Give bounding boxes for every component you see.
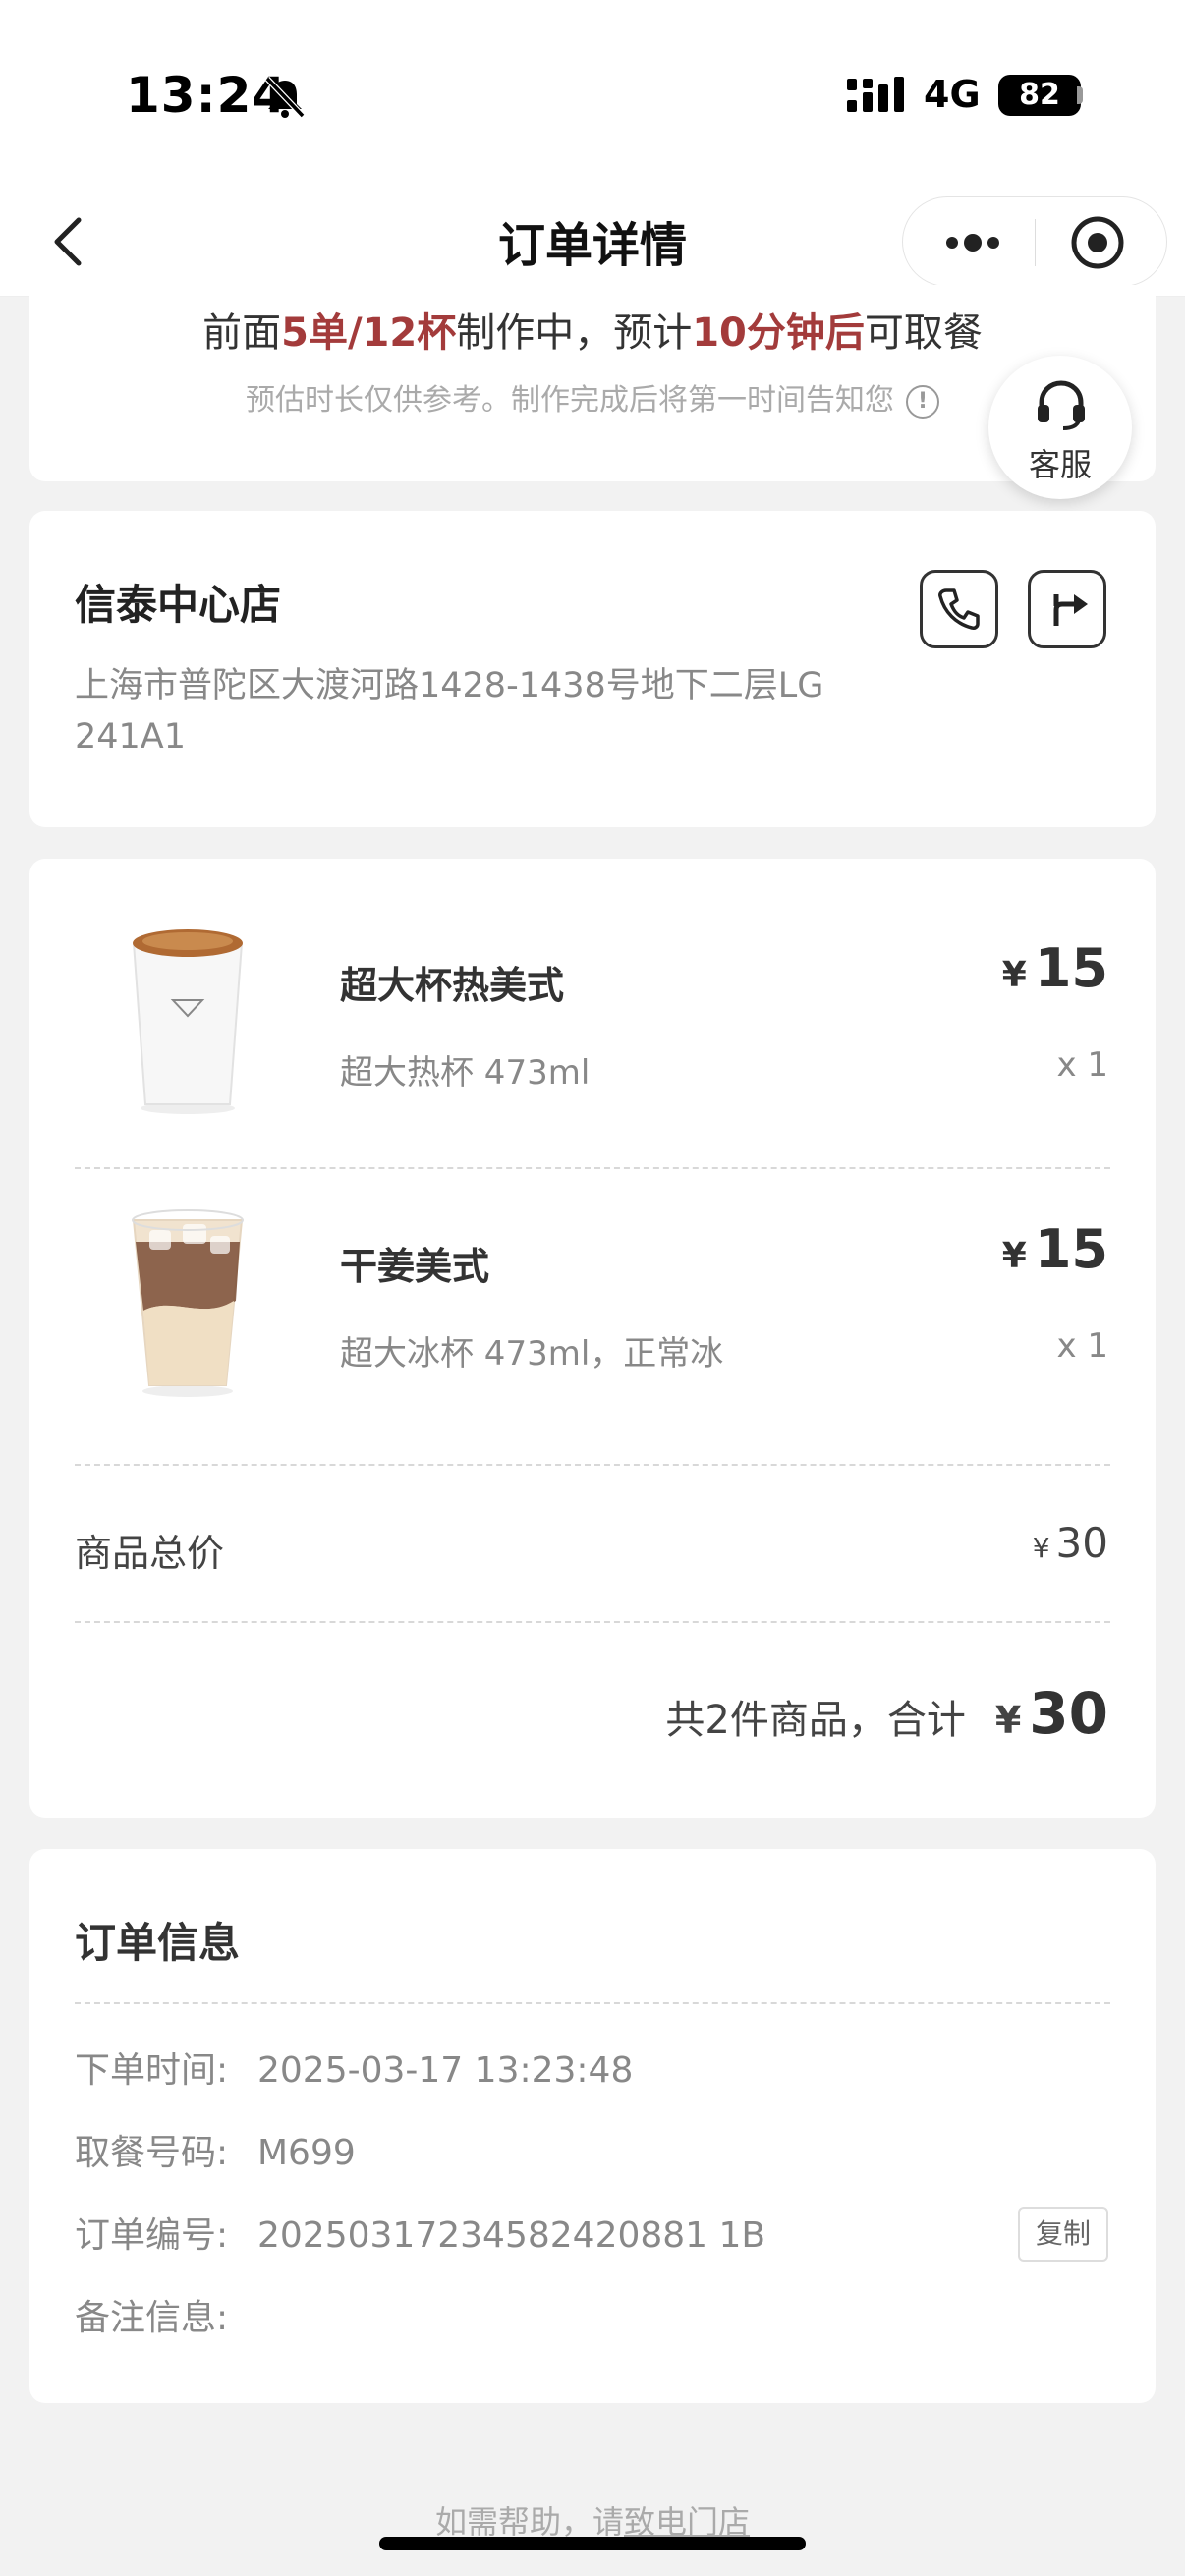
item-qty: x 1 [1056,1045,1108,1085]
remarks-label: 备注信息: [75,2298,229,2338]
phone-icon [938,588,980,630]
order-time-row: 下单时间: 2025-03-17 13:23:48 [75,2042,633,2093]
info-icon[interactable]: ! [906,384,939,419]
cellular-signal-icon [847,77,904,112]
battery-tip [1077,86,1083,104]
divider [75,1167,1110,1169]
divider [75,1464,1110,1466]
queue-hint: 预估时长仅供参考。制作完成后将第一时间告知您! [29,375,1156,419]
footer-help-text: 如需帮助，请 [434,2503,624,2541]
status-bar: 13:24 4G 82 [0,0,1185,187]
copy-order-number-button[interactable]: 复制 [1018,2207,1108,2262]
order-info-card: 订单信息 下单时间: 2025-03-17 13:23:48 取餐号码: M699 … [29,1849,1156,2403]
battery-indicator: 82 [998,75,1081,116]
item-price: ¥15 [1002,937,1108,999]
order-total: 共2件商品，合计 ¥30 [665,1680,1108,1747]
pickup-code-value: M699 [257,2133,356,2173]
remarks-row: 备注信息: [75,2289,257,2340]
ginger-americano-image [132,1209,244,1397]
order-items-card: 超大杯热美式 超大热杯 473ml ¥15 x 1 干姜美式 超大冰杯 473m… [29,859,1156,1818]
order-time-value: 2025-03-17 13:23:48 [257,2050,634,2091]
divider [75,1621,1110,1623]
close-target-icon[interactable] [1070,215,1125,270]
direction-arrow-icon [1053,594,1088,626]
nav-bar: 订单详情 [0,187,1185,297]
pickup-code-row: 取餐号码: M699 [75,2124,356,2175]
item-qty: x 1 [1056,1326,1108,1366]
item-spec: 超大热杯 473ml [340,1053,591,1092]
order-number-label: 订单编号: [75,2215,229,2256]
mini-program-capsule [902,196,1167,287]
subtotal-amount: 30 [1055,1519,1108,1567]
item-price: ¥15 [1002,1218,1108,1280]
more-dots-icon[interactable] [942,227,1003,258]
currency-symbol: ¥ [1001,1236,1027,1276]
order-info-title: 订单信息 [75,1919,241,1967]
network-type: 4G [924,73,981,116]
store-address-line2: 241A1 [75,717,187,756]
queue-hint-text: 预估时长仅供参考。制作完成后将第一时间告知您 [246,383,894,418]
order-number-value: 20250317234582420881 1B [257,2215,766,2256]
store-name: 信泰中心店 [75,581,282,629]
pickup-code-label: 取餐号码: [75,2133,229,2173]
order-time-label: 下单时间: [75,2050,229,2091]
currency-symbol: ¥ [994,1699,1022,1742]
hot-americano-image [132,929,244,1114]
item-price-value: 15 [1034,937,1108,999]
queue-status-card: 前面5单/12杯制作中，预计10分钟后可取餐 预估时长仅供参考。制作完成后将第一… [29,285,1156,481]
call-store-button[interactable] [920,570,998,648]
item-spec: 超大冰杯 473ml，正常冰 [340,1334,724,1373]
item-name: 超大杯热美式 [340,964,565,1007]
queue-status-text: 前面5单/12杯制作中，预计10分钟后可取餐 [29,301,1156,358]
queue-orders-cups: 5单/12杯 [281,310,457,356]
item-name: 干姜美式 [340,1245,490,1288]
queue-middle: 制作中，预计 [456,310,693,356]
item-price-value: 15 [1034,1218,1108,1280]
customer-service-label: 客服 [1028,446,1092,483]
currency-symbol: ¥ [1032,1532,1050,1564]
divider [75,2002,1110,2004]
total-label: 共2件商品，合计 [665,1698,966,1743]
subtotal-value: ¥30 [1033,1519,1108,1567]
store-card: 信泰中心店 上海市普陀区大渡河路1428-1438号地下二层LG 241A1 [29,511,1156,827]
total-amount: 30 [1029,1680,1108,1747]
queue-prefix: 前面 [202,310,282,356]
subtotal-label: 商品总价 [75,1532,225,1575]
queue-suffix: 可取餐 [864,310,983,356]
currency-symbol: ¥ [1001,955,1027,995]
store-address-line1: 上海市普陀区大渡河路1428-1438号地下二层LG [75,666,824,705]
home-indicator [379,2537,806,2550]
order-number-row: 订单编号: 20250317234582420881 1B [75,2207,765,2258]
navigate-button[interactable] [1028,570,1106,648]
queue-eta: 10分钟后 [692,310,865,356]
headset-icon [1038,380,1085,430]
store-address: 上海市普陀区大渡河路1428-1438号地下二层LG 241A1 [75,660,861,762]
bell-muted-icon [264,76,306,119]
call-store-link[interactable]: 致电门店 [624,2503,750,2541]
capsule-divider [1035,219,1036,266]
customer-service-button[interactable]: 客服 [988,356,1132,499]
